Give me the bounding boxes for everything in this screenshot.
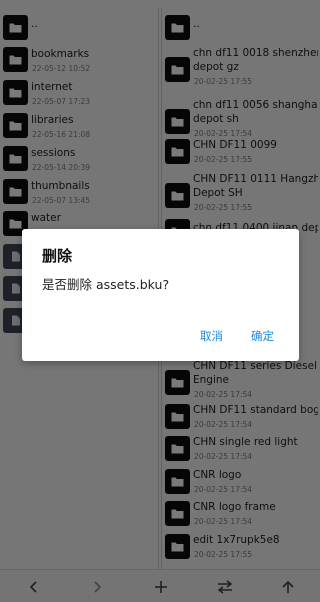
file-manager-app: ..bookmarks22-05-12 10:52internet22-05-0… bbox=[0, 0, 320, 602]
dialog-title: 删除 bbox=[42, 247, 73, 265]
cancel-button[interactable]: 取消 bbox=[200, 328, 223, 344]
delete-dialog: 删除 是否删除 assets.bku? 取消 确定 bbox=[22, 229, 299, 361]
confirm-button[interactable]: 确定 bbox=[251, 328, 274, 344]
dialog-message: 是否删除 assets.bku? bbox=[42, 277, 170, 292]
